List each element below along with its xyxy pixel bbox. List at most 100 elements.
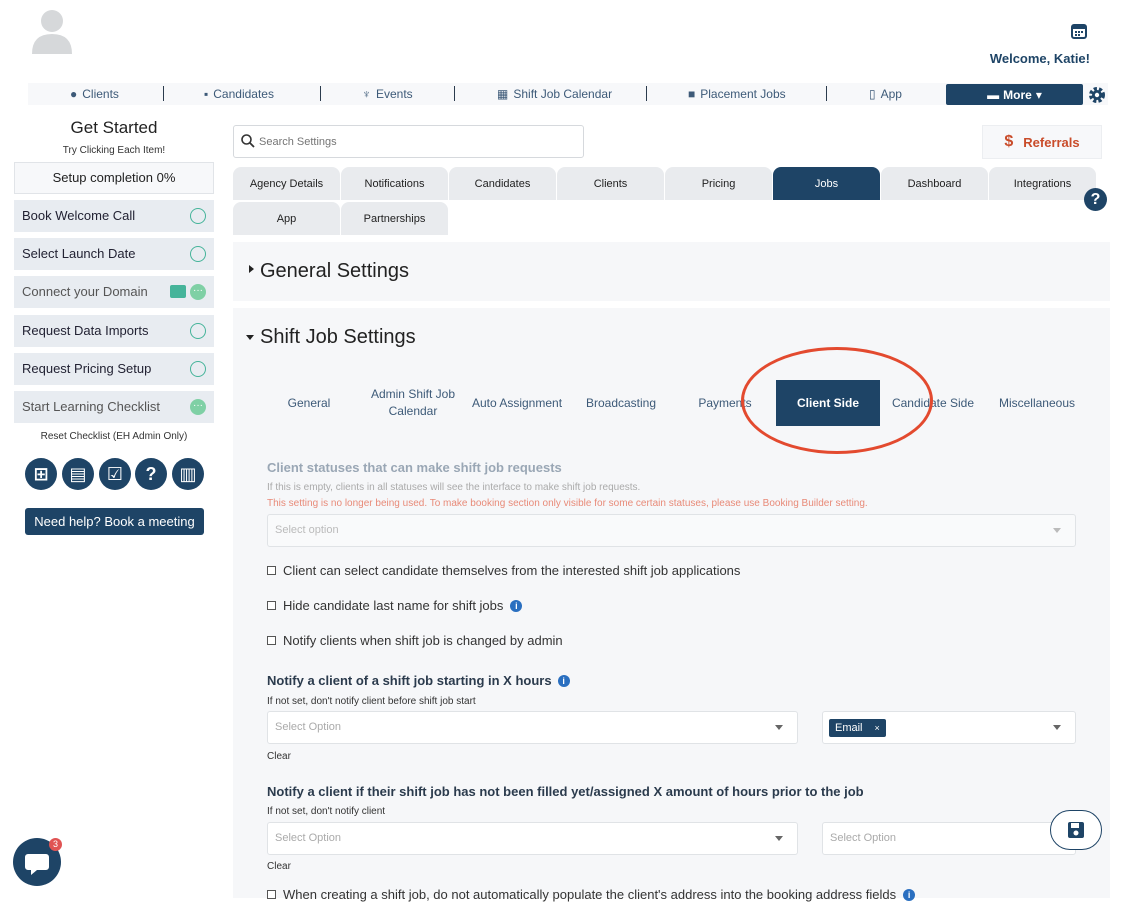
clear-link[interactable]: Clear [267,751,291,762]
globe-icon: ● [70,87,78,101]
book-meeting-button[interactable]: Need help? Book a meeting [25,508,204,535]
tab-dashboard[interactable]: Dashboard [881,167,988,200]
subtab-candidate-side[interactable]: Candidate Side [881,380,985,426]
circle-icon [190,323,206,339]
chevron-down-icon [775,836,783,841]
calendar-icon: ▦ [497,87,509,101]
help-question-icon[interactable]: ? [1084,188,1107,211]
chevron-down-icon [1053,725,1061,730]
sitemap-icon[interactable]: ⊞ [25,458,57,490]
checklist-start-learning[interactable]: Start Learning Checklist ··· [14,391,214,423]
info-icon[interactable]: i [903,888,916,901]
circle-icon [190,361,206,377]
notify-x-hours-label: Notify a client of a shift job starting … [267,673,570,688]
tab-agency-details[interactable]: Agency Details [233,167,340,200]
clear-link[interactable]: Clear [267,861,291,872]
checklist-connect-domain[interactable]: Connect your Domain ··· [14,276,214,308]
chat-badge: 3 [49,838,62,851]
nav-candidates[interactable]: ▪ Candidates [204,83,274,105]
notify-not-filled-channel-select[interactable]: Select Option [822,822,1076,855]
subtab-general[interactable]: General [257,380,361,426]
checkbox[interactable] [267,566,276,575]
tab-notifications[interactable]: Notifications [341,167,448,200]
nav-placement-jobs[interactable]: ■ Placement Jobs [688,83,786,105]
caret-right-icon [249,265,254,273]
circle-icon [190,208,206,224]
nav-shift-job-calendar[interactable]: ▦ Shift Job Calendar [497,83,612,105]
tab-jobs[interactable]: Jobs [773,167,880,200]
tab-clients[interactable]: Clients [557,167,664,200]
gear-icon[interactable] [1087,85,1107,105]
checkbox[interactable] [267,636,276,645]
subtab-auto-assignment[interactable]: Auto Assignment [465,380,569,426]
get-started-title: Get Started [70,118,158,137]
nav-app[interactable]: ▯ App [869,83,902,105]
remove-icon[interactable]: × [875,719,880,737]
welcome-text: Welcome, Katie! [989,51,1090,66]
checklist-book-welcome-call[interactable]: Book Welcome Call [14,200,214,232]
notify-not-filled-label: Notify a client if their shift job has n… [267,784,864,799]
statuses-help: If this is empty, clients in all statuse… [267,482,641,493]
chevron-down-icon [1053,528,1061,533]
checklist-select-launch-date[interactable]: Select Launch Date [14,238,214,270]
chat-dots-icon: ▬ [987,87,1000,102]
tab-pricing[interactable]: Pricing [665,167,772,200]
statuses-label: Client statuses that can make shift job … [267,460,562,475]
id-badge-icon: ▪ [204,87,209,101]
notify-not-filled-select[interactable]: Select Option [267,822,798,855]
save-icon [1068,822,1084,838]
general-settings-title[interactable]: General Settings [260,260,409,283]
avatar[interactable] [30,6,74,54]
checkbox-hide-last-name[interactable]: Hide candidate last name for shift jobs i [267,598,523,613]
more-button[interactable]: ▬ More ▾ [946,84,1083,105]
statuses-warning: This setting is no longer being used. To… [267,498,868,509]
nav-events[interactable]: ♆ Events [362,83,413,105]
tab-integrations[interactable]: Integrations [989,167,1096,200]
search-icon [241,134,255,148]
checkbox[interactable] [267,601,276,610]
statuses-select[interactable]: Select option [267,514,1076,547]
dollar-icon: $ [1004,133,1014,150]
checklist-icon[interactable]: ☑ [99,458,131,490]
shift-job-settings-title[interactable]: Shift Job Settings [260,326,416,349]
tab-partnerships[interactable]: Partnerships [341,202,448,235]
mobile-icon: ▯ [869,87,876,101]
notify-x-hours-help: If not set, don't notify client before s… [267,696,476,707]
nav-clients[interactable]: ● Clients [70,83,119,105]
calendar-icon[interactable] [1070,22,1088,40]
briefcase-icon: ■ [688,87,696,101]
checkbox-notify-changed[interactable]: Notify clients when shift job is changed… [267,633,563,648]
subtab-miscellaneous[interactable]: Miscellaneous [985,380,1089,426]
notify-not-filled-help: If not set, don't notify client [267,806,386,817]
question-icon[interactable]: ? [135,458,167,490]
book-open-icon[interactable]: ▤ [62,458,94,490]
chevron-down-icon [775,725,783,730]
checklist-request-pricing-setup[interactable]: Request Pricing Setup [14,353,214,385]
save-button[interactable] [1050,810,1102,850]
search-input[interactable] [259,128,579,156]
subtab-client-side[interactable]: Client Side [776,380,880,426]
info-icon[interactable]: i [510,599,523,612]
notify-x-hours-select[interactable]: Select Option [267,711,798,744]
email-chip[interactable]: Email × [829,719,886,737]
tab-candidates[interactable]: Candidates [449,167,556,200]
checkbox-select-candidate[interactable]: Client can select candidate themselves f… [267,563,740,578]
checklist-request-data-imports[interactable]: Request Data Imports [14,315,214,347]
referrals-button[interactable]: $ Referrals [982,125,1102,159]
more-dots-icon: ··· [190,284,206,300]
caret-down-icon [246,335,254,340]
circle-icon [190,246,206,262]
mail-icon [170,285,186,298]
get-started-subtitle: Try Clicking Each Item! [62,145,166,156]
subtab-broadcasting[interactable]: Broadcasting [569,380,673,426]
checkbox-no-autopopulate-address[interactable]: When creating a shift job, do not automa… [267,887,916,902]
tab-app[interactable]: App [233,202,340,235]
caret-down-icon: ▾ [1035,87,1042,102]
trophy-icon: ♆ [362,87,371,101]
subtab-admin-calendar[interactable]: Admin Shift Job Calendar [361,380,465,426]
document-icon[interactable]: ▥ [172,458,204,490]
reset-checklist-link[interactable]: Reset Checklist (EH Admin Only) [14,431,214,442]
subtab-payments[interactable]: Payments [673,380,777,426]
info-icon[interactable]: i [557,674,570,687]
setup-completion: Setup completion 0% [14,162,214,194]
